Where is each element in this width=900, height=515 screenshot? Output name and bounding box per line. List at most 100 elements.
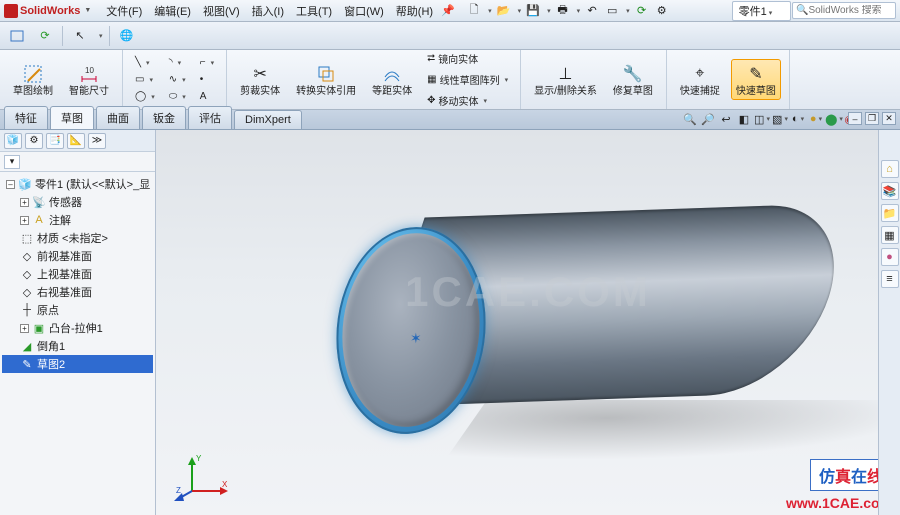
quick-snap-button[interactable]: ⌖ 快速捕捉 xyxy=(675,59,725,100)
convert-button[interactable]: 转换实体引用 xyxy=(291,59,361,100)
configuration-manager-tab[interactable]: 📑 xyxy=(46,133,64,149)
resources-icon[interactable]: ⌂ xyxy=(881,160,899,178)
sketch-view-icon[interactable] xyxy=(6,25,28,47)
dimxpert-manager-tab[interactable]: 📐 xyxy=(67,133,85,149)
show-relations-button[interactable]: ⊥ 显示/删除关系 xyxy=(529,59,602,100)
mirror-tool[interactable]: ⮂ 镜向实体 xyxy=(423,49,512,68)
sketch-button[interactable]: 草图绘制 xyxy=(8,59,58,100)
work-area: 🧊 ⚙ 📑 📐 ≫ ▾ –🧊零件1 (默认<<默认>_显 +📡传感器 +A注解 … xyxy=(0,130,900,515)
feature-manager-tab[interactable]: 🧊 xyxy=(4,133,22,149)
rapid-sketch-button[interactable]: ✎ 快速草图 xyxy=(731,59,781,100)
offset-icon xyxy=(380,62,404,86)
trim-button[interactable]: ✂ 剪裁实体 xyxy=(235,59,285,100)
tree-material[interactable]: ⬚材质 <未指定> xyxy=(2,229,153,247)
triad-x-label: X xyxy=(222,480,228,489)
rebuild-icon[interactable]: ⟳ xyxy=(634,3,650,19)
smart-dimension-button[interactable]: 10 智能尺寸 xyxy=(64,59,114,100)
view-palette-icon[interactable]: ▦ xyxy=(881,226,899,244)
tree-top-plane[interactable]: ◇上视基准面 xyxy=(2,265,153,283)
minimize-icon[interactable]: – xyxy=(848,112,862,125)
print-icon[interactable]: 🖶 xyxy=(555,3,571,19)
tree-root[interactable]: –🧊零件1 (默认<<默认>_显 xyxy=(2,175,153,193)
scene-icon[interactable]: ⬤▾ xyxy=(826,111,842,127)
filter-icon[interactable]: ▾ xyxy=(4,155,20,169)
display-style-icon[interactable]: ▧▾ xyxy=(772,111,788,127)
rect-tool[interactable]: ▭ ▾ xyxy=(131,72,159,87)
menu-insert[interactable]: 插入(I) xyxy=(247,1,289,21)
fillet-tool[interactable]: ⌐ ▾ xyxy=(196,55,218,70)
file-explorer-icon[interactable]: 📁 xyxy=(881,204,899,222)
menu-file[interactable]: 文件(F) xyxy=(101,1,147,21)
watermark-text: 1CAE.COM xyxy=(405,268,651,316)
menu-view[interactable]: 视图(V) xyxy=(198,1,245,21)
point-tool[interactable]: • xyxy=(196,72,218,87)
text-tool[interactable]: A xyxy=(196,89,218,104)
document-name[interactable]: 零件1▾ xyxy=(732,1,792,21)
prev-view-icon[interactable]: ↩ xyxy=(718,111,734,127)
tab-dimxpert[interactable]: DimXpert xyxy=(234,110,302,129)
tree-front-plane[interactable]: ◇前视基准面 xyxy=(2,247,153,265)
menu-edit[interactable]: 编辑(E) xyxy=(149,1,196,21)
property-manager-tab[interactable]: ⚙ xyxy=(25,133,43,149)
model-cylinder[interactable]: ✶ xyxy=(276,190,876,480)
zoom-area-icon[interactable]: 🔎 xyxy=(700,111,716,127)
restore-icon[interactable]: ❐ xyxy=(865,112,879,125)
tab-surface[interactable]: 曲面 xyxy=(96,106,140,129)
search-input[interactable] xyxy=(808,5,888,16)
save-icon[interactable]: 💾 xyxy=(525,3,541,19)
circle-tool[interactable]: ◯ ▾ xyxy=(131,89,159,104)
tree-annotations[interactable]: +A注解 xyxy=(2,211,153,229)
options-icon[interactable]: ⚙ xyxy=(654,3,670,19)
view-orientation-icon[interactable]: ◫▾ xyxy=(754,111,770,127)
hide-show-icon[interactable]: ◐▾ xyxy=(790,111,806,127)
menu-tools[interactable]: 工具(T) xyxy=(291,1,337,21)
custom-props-icon[interactable]: ≡ xyxy=(881,270,899,288)
tree-sketch-active[interactable]: ✎草图2 xyxy=(2,355,153,373)
heads-up-view-toolbar: 🔍 🔎 ↩ ◧ ◫▾ ▧▾ ◐▾ ●▾ ⬤▾ ◉▾ xyxy=(682,111,860,127)
new-icon[interactable]: 🗋 xyxy=(466,3,482,19)
tree-origin[interactable]: ┼原点 xyxy=(2,301,153,319)
appearances-icon[interactable]: ● xyxy=(881,248,899,266)
move-tool[interactable]: ✥ 移动实体 ▾ xyxy=(423,91,512,110)
pushpin-icon[interactable]: 📌 xyxy=(440,3,456,19)
display-manager-tab[interactable]: ≫ xyxy=(88,133,106,149)
tab-evaluate[interactable]: 评估 xyxy=(188,106,232,129)
cursor-icon[interactable]: ↖ xyxy=(69,25,91,47)
menu-help[interactable]: 帮助(H) xyxy=(391,1,438,21)
tab-feature[interactable]: 特征 xyxy=(4,106,48,129)
tree-sensors[interactable]: +📡传感器 xyxy=(2,193,153,211)
menu-window[interactable]: 窗口(W) xyxy=(339,1,389,21)
sketch-origin-marker: ✶ xyxy=(410,330,422,347)
line-tool[interactable]: ╲ ▾ xyxy=(131,55,159,70)
arc-tool[interactable]: ◝ ▾ xyxy=(165,55,190,70)
offset-button[interactable]: 等距实体 xyxy=(367,59,417,100)
section-view-icon[interactable]: ◧ xyxy=(736,111,752,127)
open-icon[interactable]: 📂 xyxy=(496,3,512,19)
spline-tool[interactable]: ∿ ▾ xyxy=(165,72,190,87)
design-library-icon[interactable]: 📚 xyxy=(881,182,899,200)
repair-sketch-button[interactable]: 🔧 修复草图 xyxy=(608,59,658,100)
update-icon[interactable]: ⟳ xyxy=(34,25,56,47)
orientation-triad[interactable]: Y X Z xyxy=(174,447,230,503)
brand-url: www.1CAE.com xyxy=(786,495,892,511)
ribbon-modify-group: ✂ 剪裁实体 转换实体引用 等距实体 ⮂ 镜向实体 ▦ 线性草图阵列 ▾ ✥ 移… xyxy=(227,50,521,109)
select-icon[interactable]: ▭ xyxy=(604,3,620,19)
graphics-viewport[interactable]: ✶ 1CAE.COM Y X Z 仿真在线 www.1CAE.com ⌂ 📚 📁… xyxy=(156,130,900,515)
tree-right-plane[interactable]: ◇右视基准面 xyxy=(2,283,153,301)
globe-icon[interactable]: 🌐 xyxy=(116,25,138,47)
pattern-tool[interactable]: ▦ 线性草图阵列 ▾ xyxy=(423,70,512,89)
chevron-down-icon[interactable]: ▼ xyxy=(84,7,91,14)
ellipse-tool[interactable]: ⬭ ▾ xyxy=(165,89,190,104)
close-icon[interactable]: ✕ xyxy=(882,112,896,125)
logo-text-1: Solid xyxy=(20,5,47,17)
tab-sketch[interactable]: 草图 xyxy=(50,106,94,129)
undo-icon[interactable]: ↶ xyxy=(584,3,600,19)
tree-chamfer[interactable]: ◢倒角1 xyxy=(2,337,153,355)
tree-boss[interactable]: +▣凸台-拉伸1 xyxy=(2,319,153,337)
zoom-fit-icon[interactable]: 🔍 xyxy=(682,111,698,127)
search-box[interactable]: 🔍 xyxy=(792,2,896,19)
appearance-icon[interactable]: ●▾ xyxy=(808,111,824,127)
task-pane: ⌂ 📚 📁 ▦ ● ≡ xyxy=(878,130,900,515)
tab-sheetmetal[interactable]: 钣金 xyxy=(142,106,186,129)
ribbon-snap-group: ⌖ 快速捕捉 ✎ 快速草图 xyxy=(667,50,790,109)
